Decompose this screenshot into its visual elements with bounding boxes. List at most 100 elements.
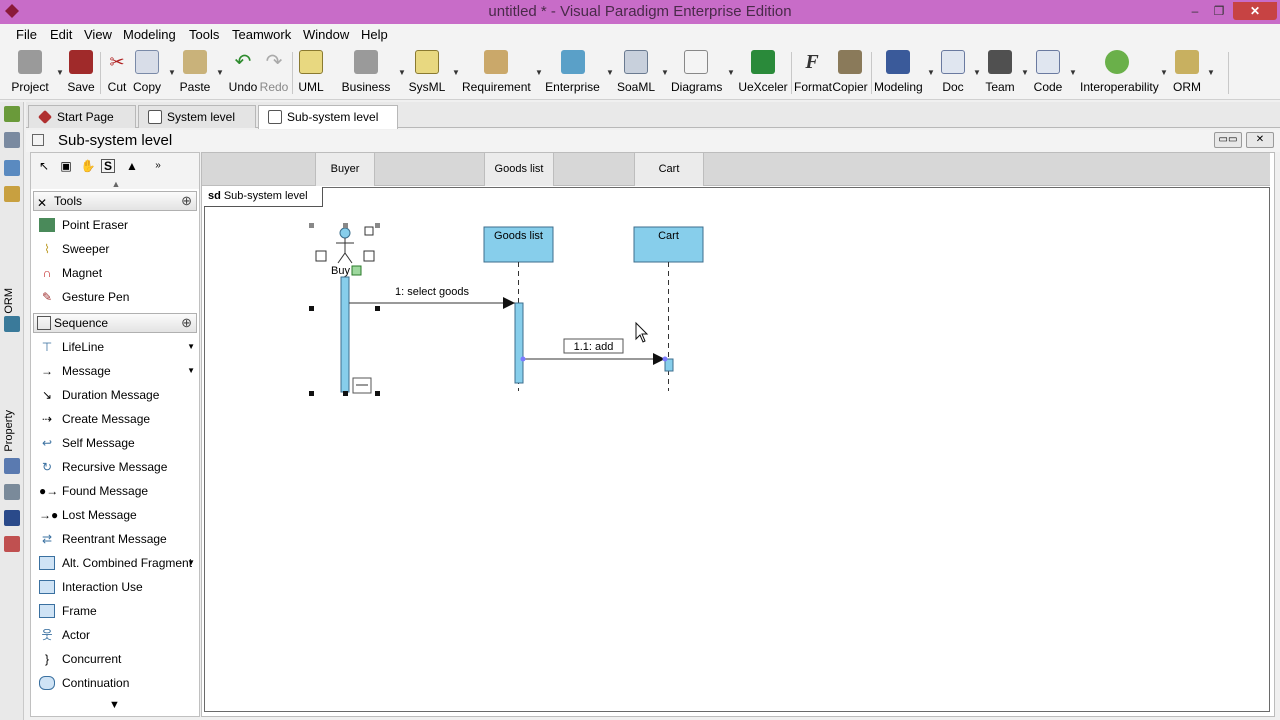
- palette-item-self-message[interactable]: ↩ Self Message: [37, 432, 195, 454]
- palette-item-magnet[interactable]: ∩ Magnet: [37, 262, 195, 284]
- maximize-button[interactable]: ❐: [1209, 2, 1229, 20]
- palette-item-message[interactable]: → Message ▼: [37, 360, 195, 382]
- palette-item-reentrant-message[interactable]: ⇄ Reentrant Message: [37, 528, 195, 550]
- selection-handle[interactable]: [343, 391, 348, 396]
- selection-handle[interactable]: [309, 391, 314, 396]
- selection-handle[interactable]: [375, 223, 380, 228]
- open-specification-icon[interactable]: [315, 250, 327, 262]
- dropdown-icon[interactable]: ▼: [187, 360, 195, 382]
- message-select-goods[interactable]: 1: select goods: [349, 286, 515, 309]
- class-repository-icon[interactable]: [4, 160, 20, 176]
- model-explorer-icon[interactable]: [4, 106, 20, 122]
- tab-system-level[interactable]: System level: [138, 105, 256, 128]
- requirement-button[interactable]: Requirement: [462, 48, 531, 98]
- selection-handle[interactable]: [375, 391, 380, 396]
- undo-button[interactable]: ↶ Undo: [228, 48, 258, 98]
- palette-item-recursive-message[interactable]: ↻ Recursive Message: [37, 456, 195, 478]
- save-button[interactable]: Save: [66, 48, 96, 98]
- side-tab-property[interactable]: Property: [3, 410, 15, 452]
- menu-tools[interactable]: Tools: [189, 27, 219, 42]
- resize-icon[interactable]: [363, 250, 375, 262]
- selection-handle[interactable]: [343, 223, 348, 228]
- lifeline-cart[interactable]: Cart: [633, 226, 704, 391]
- lifeline-goods-list[interactable]: Goods list: [483, 226, 554, 391]
- palette-item-actor[interactable]: 웃 Actor: [37, 624, 195, 646]
- palette-item-interaction-use[interactable]: Interaction Use: [37, 576, 195, 598]
- message-add[interactable]: 1.1: add: [520, 338, 668, 365]
- pin-icon[interactable]: ⊕: [181, 192, 192, 210]
- orm-dropdown-icon[interactable]: ▼: [1207, 68, 1215, 77]
- palette-item-continuation[interactable]: Continuation: [37, 672, 195, 694]
- doc-dropdown-icon[interactable]: ▼: [973, 68, 981, 77]
- modeling-dropdown-icon[interactable]: ▼: [927, 68, 935, 77]
- diagrams-button[interactable]: Diagrams: [671, 48, 722, 98]
- property-pane-icon[interactable]: [4, 458, 20, 474]
- menu-modeling[interactable]: Modeling: [123, 27, 176, 42]
- project-dropdown-icon[interactable]: ▼: [56, 68, 64, 77]
- interoperability-dropdown-icon[interactable]: ▼: [1160, 68, 1168, 77]
- code-button[interactable]: Code: [1032, 48, 1064, 98]
- orm-button[interactable]: ORM: [1172, 48, 1202, 98]
- copy-button[interactable]: Copy: [132, 48, 162, 98]
- cut-button[interactable]: ✂ Cut: [104, 48, 130, 98]
- code-dropdown-icon[interactable]: ▼: [1069, 68, 1077, 77]
- sysml-button[interactable]: SysML: [408, 48, 446, 98]
- diagram-navigator-icon[interactable]: [4, 132, 20, 148]
- soaml-dropdown-icon[interactable]: ▼: [661, 68, 669, 77]
- palette-item-lost-message[interactable]: →● Lost Message: [37, 504, 195, 526]
- logical-view-icon[interactable]: [4, 186, 20, 202]
- enterprise-button[interactable]: Enterprise: [545, 48, 600, 98]
- triangle-icon[interactable]: ▲: [123, 157, 141, 175]
- connector-point[interactable]: [520, 356, 526, 362]
- minimize-button[interactable]: –: [1185, 2, 1205, 20]
- uml-button[interactable]: UML: [296, 48, 326, 98]
- tab-sub-system-level[interactable]: Sub-system level: [258, 105, 398, 129]
- palette-item-frame[interactable]: Frame: [37, 600, 195, 622]
- close-button[interactable]: ✕: [1233, 2, 1277, 20]
- tab-start-page[interactable]: Start Page: [28, 105, 136, 128]
- paste-button[interactable]: Paste: [178, 48, 212, 98]
- palette-item-point-eraser[interactable]: Point Eraser: [37, 214, 195, 236]
- paste-dropdown-icon[interactable]: ▼: [216, 68, 224, 77]
- pin-icon[interactable]: ⊕: [181, 314, 192, 332]
- palette-item-gesture-pen[interactable]: ✎ Gesture Pen: [37, 286, 195, 308]
- diagram-canvas[interactable]: Buyer Goods list Cart sd Sub-system level…: [201, 152, 1275, 717]
- selection-handle[interactable]: [309, 306, 314, 311]
- menu-edit[interactable]: Edit: [50, 27, 72, 42]
- requirement-dropdown-icon[interactable]: ▼: [535, 68, 543, 77]
- uexceler-button[interactable]: UeXceler: [738, 48, 788, 98]
- palette-item-sweeper[interactable]: ⌇ Sweeper: [37, 238, 195, 260]
- diagram-overview-icon[interactable]: [4, 510, 20, 526]
- copy-dropdown-icon[interactable]: ▼: [168, 68, 176, 77]
- side-tab-orm[interactable]: ORM: [3, 288, 15, 314]
- doc-button[interactable]: Doc: [938, 48, 968, 98]
- diagrams-dropdown-icon[interactable]: ▼: [727, 68, 735, 77]
- orm-pane-icon[interactable]: [4, 316, 20, 332]
- more-tools-icon[interactable]: »: [149, 157, 167, 175]
- business-button[interactable]: Business: [340, 48, 392, 98]
- business-dropdown-icon[interactable]: ▼: [398, 68, 406, 77]
- model-index-icon[interactable]: [4, 484, 20, 500]
- project-button[interactable]: Project: [10, 48, 50, 98]
- sub-diagram-icon[interactable]: [351, 265, 362, 276]
- redo-button[interactable]: ↷ Redo: [259, 48, 289, 98]
- activation-bar[interactable]: [340, 276, 350, 393]
- dropdown-icon[interactable]: ▼: [187, 336, 195, 358]
- palette-item-duration-message[interactable]: ↘ Duration Message: [37, 384, 195, 406]
- actor-buyer[interactable]: Buy: [309, 223, 380, 396]
- hand-icon[interactable]: ✋: [79, 157, 97, 175]
- team-dropdown-icon[interactable]: ▼: [1021, 68, 1029, 77]
- menu-file[interactable]: File: [16, 27, 37, 42]
- interoperability-button[interactable]: Interoperability: [1080, 48, 1159, 98]
- lock-icon[interactable]: ▣: [57, 157, 75, 175]
- palette-category-tools[interactable]: ✕ Tools ⊕: [33, 191, 197, 211]
- activation-bar[interactable]: [514, 302, 524, 384]
- palette-item-alt-combined-fragment[interactable]: Alt. Combined Fragment ▼: [37, 552, 195, 574]
- close-diagram-button[interactable]: ✕: [1246, 132, 1274, 148]
- palette-category-sequence[interactable]: Sequence ⊕: [33, 313, 197, 333]
- modeling-button[interactable]: Modeling: [874, 48, 923, 98]
- selection-handle[interactable]: [375, 306, 380, 311]
- palette-item-found-message[interactable]: ●→ Found Message: [37, 480, 195, 502]
- palette-item-lifeline[interactable]: ⊤ LifeLine ▼: [37, 336, 195, 358]
- sysml-dropdown-icon[interactable]: ▼: [452, 68, 460, 77]
